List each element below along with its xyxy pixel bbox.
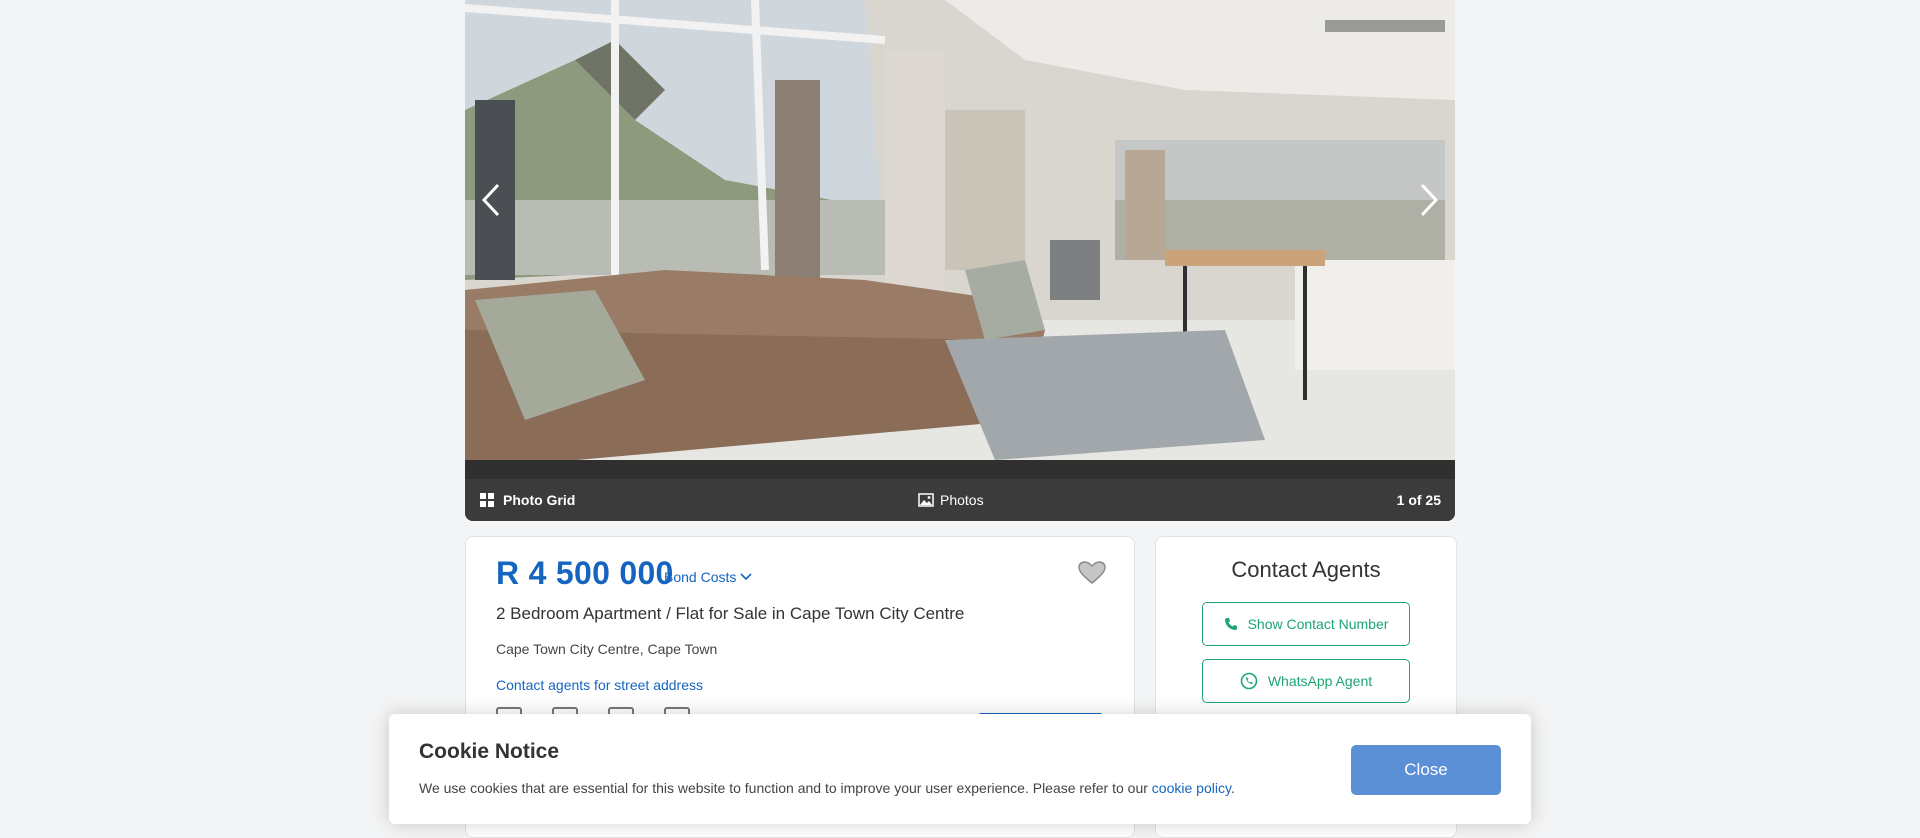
next-photo-button[interactable]: [1411, 180, 1447, 220]
favourite-button[interactable]: [1078, 561, 1106, 590]
photos-button[interactable]: Photos: [918, 479, 984, 521]
photos-label: Photos: [940, 492, 984, 508]
listing-location: Cape Town City Centre, Cape Town: [496, 641, 718, 657]
cookie-notice-title: Cookie Notice: [419, 740, 560, 763]
grid-icon: [480, 493, 494, 507]
street-address-link[interactable]: Contact agents for street address: [496, 677, 703, 693]
whatsapp-agent-label: WhatsApp Agent: [1267, 673, 1373, 689]
bond-costs-dropdown[interactable]: Bond Costs: [664, 569, 752, 585]
cookie-notice-suffix: .: [1230, 780, 1235, 796]
heart-icon: [1078, 561, 1106, 584]
cookie-notice: Cookie Notice We use cookies that are es…: [389, 714, 1531, 824]
photo-grid-button[interactable]: Photo Grid: [479, 479, 575, 521]
listing-photo[interactable]: [465, 0, 1455, 479]
chevron-right-icon: [1420, 183, 1439, 217]
show-contact-number-label: Show Contact Number: [1247, 616, 1389, 632]
cookie-notice-body: We use cookies that are essential for th…: [419, 780, 1152, 796]
whatsapp-agent-button[interactable]: WhatsApp Agent: [1202, 659, 1410, 703]
phone-icon: [1224, 618, 1237, 630]
cookie-close-button[interactable]: Close: [1351, 745, 1501, 795]
show-contact-number-button[interactable]: Show Contact Number: [1202, 602, 1410, 646]
chevron-left-icon: [481, 183, 500, 217]
chevron-down-icon: [740, 573, 752, 581]
photo-grid-label: Photo Grid: [503, 492, 576, 508]
listing-price: R 4 500 000: [496, 555, 674, 591]
previous-photo-button[interactable]: [473, 180, 509, 220]
photo-gallery: Photo Grid Photos 1 of 25: [465, 0, 1455, 521]
gallery-toolbar: Photo Grid Photos 1 of 25: [465, 479, 1455, 521]
cookie-policy-link[interactable]: cookie policy: [1152, 780, 1231, 796]
bond-costs-label: Bond Costs: [664, 569, 737, 585]
cookie-notice-text: We use cookies that are essential for th…: [419, 780, 1235, 796]
contact-heading: Contact Agents: [1231, 557, 1381, 582]
photo-counter: 1 of 25: [1396, 492, 1441, 508]
image-icon: [918, 493, 934, 507]
listing-title: 2 Bedroom Apartment / Flat for Sale in C…: [496, 604, 965, 623]
whatsapp-icon: [1240, 672, 1258, 690]
